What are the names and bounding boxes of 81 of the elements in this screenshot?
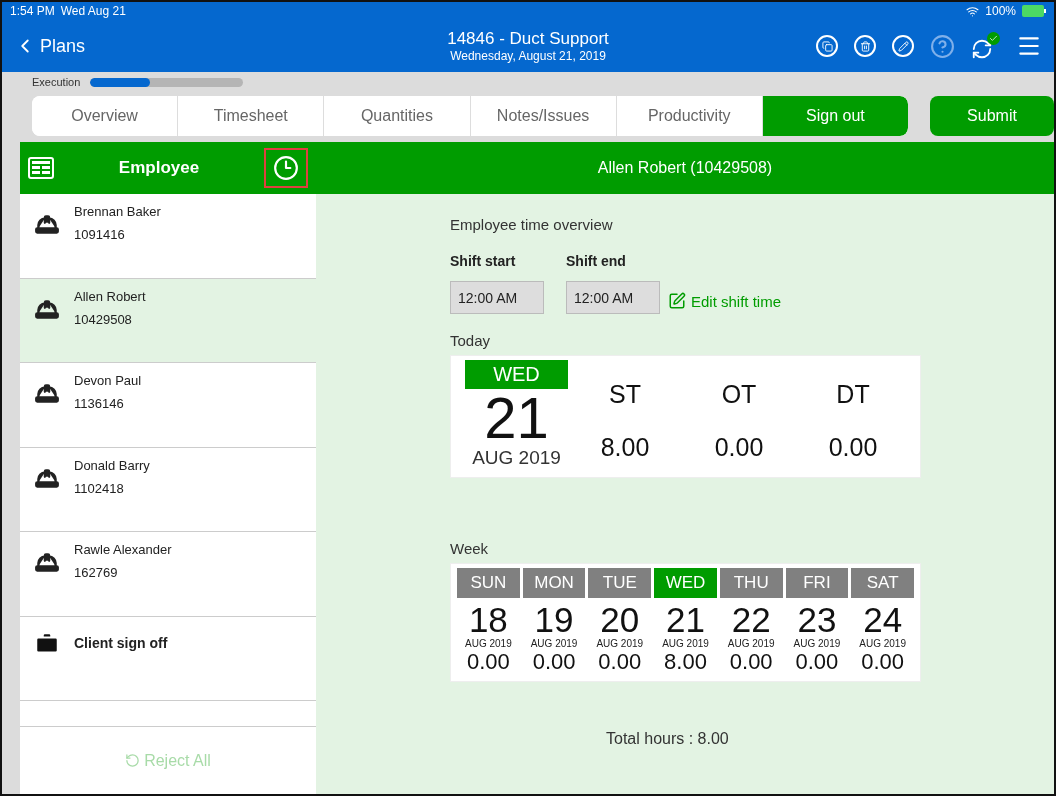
today-month: AUG 2019 xyxy=(472,447,561,469)
day-number: 24 xyxy=(863,602,903,638)
wifi-icon xyxy=(966,4,980,18)
day-hours: 0.00 xyxy=(532,649,576,675)
employee-name: Devon Paul xyxy=(74,373,142,388)
employee-id: 162769 xyxy=(74,565,119,580)
list-view-icon[interactable] xyxy=(28,157,54,179)
plan-date: Wednesday, August 21, 2019 xyxy=(449,49,607,63)
weekday-tab[interactable]: MON xyxy=(522,568,586,598)
week-label: Week xyxy=(450,540,490,557)
weekday-tab[interactable]: SUN xyxy=(457,568,520,598)
shift-start-label: Shift start xyxy=(450,253,517,269)
day-hours: 0.00 xyxy=(729,649,773,675)
today-day: 21 xyxy=(484,389,549,447)
day-month: AUG 2019 xyxy=(530,638,578,649)
weekday-tab[interactable]: TUE xyxy=(588,568,652,598)
day-month: AUG 2019 xyxy=(793,638,841,649)
edit-icon xyxy=(668,292,686,310)
day-month: AUG 2019 xyxy=(465,638,512,649)
employee-list-item[interactable]: Allen Robert 10429508 xyxy=(20,278,316,363)
submit-button[interactable]: Submit xyxy=(930,96,1054,136)
section-heading: Employee time overview xyxy=(450,216,614,233)
employee-name: Donald Barry xyxy=(74,457,150,473)
day-number: 23 xyxy=(797,602,837,638)
sync-icon[interactable] xyxy=(971,32,1000,60)
undo-icon xyxy=(125,753,141,768)
status-time: 1:54 PM xyxy=(10,4,55,18)
weekday-badge: WED xyxy=(465,360,568,389)
execution-label: Execution xyxy=(32,76,81,88)
hour-value: 0.00 xyxy=(828,433,878,462)
today-label: Today xyxy=(450,332,492,349)
status-date: Wed Aug 21 xyxy=(60,4,126,18)
weekday-tab[interactable]: FRI xyxy=(785,568,849,598)
shift-end-field[interactable]: 12:00 AM xyxy=(566,281,660,314)
day-month: AUG 2019 xyxy=(662,638,709,649)
clock-button[interactable] xyxy=(264,148,308,188)
employee-name: Brennan Baker xyxy=(74,204,161,219)
day-month: AUG 2019 xyxy=(859,638,906,649)
battery-icon xyxy=(1022,5,1046,17)
tab[interactable]: Overview xyxy=(32,96,179,136)
client-sign-off-label: Client sign off xyxy=(74,634,168,651)
employee-id: 10429508 xyxy=(74,311,133,327)
day-number: 20 xyxy=(600,602,640,638)
employee-name: Allen Robert xyxy=(74,288,146,304)
sidebar-title: Employee xyxy=(118,158,200,178)
day-number: 22 xyxy=(731,602,771,638)
weekday-tab[interactable]: WED xyxy=(654,568,717,598)
trash-icon[interactable] xyxy=(854,35,876,57)
back-button[interactable]: Plans xyxy=(14,35,314,57)
shift-start-field[interactable]: 12:00 AM xyxy=(450,281,544,314)
day-month: AUG 2019 xyxy=(727,638,775,649)
hour-type-label: ST xyxy=(609,380,641,409)
edit-shift-time-link[interactable]: Edit shift time xyxy=(668,292,782,310)
day-month: AUG 2019 xyxy=(596,638,644,649)
weekday-tab[interactable]: SAT xyxy=(851,568,914,598)
day-hours: 0.00 xyxy=(598,649,642,675)
sign-out-button[interactable]: Sign out xyxy=(762,96,908,136)
hour-type-label: OT xyxy=(721,380,757,409)
shift-end-label: Shift end xyxy=(566,253,627,269)
total-hours: Total hours : 8.00 xyxy=(606,730,730,748)
weekday-tab[interactable]: THU xyxy=(719,568,783,598)
day-hours: 0.00 xyxy=(861,649,905,675)
employee-banner: Allen Robert (10429508) xyxy=(316,142,1054,194)
pencil-icon[interactable] xyxy=(892,35,914,57)
plan-title: 14846 - Duct Support xyxy=(446,29,610,49)
copy-icon[interactable] xyxy=(816,35,838,57)
employee-id: 1102418 xyxy=(74,480,125,496)
day-number: 19 xyxy=(534,602,574,638)
battery-level: 100% xyxy=(985,4,1016,18)
day-number: 21 xyxy=(666,602,705,638)
employee-id: 1136146 xyxy=(74,396,125,411)
employee-name: Rawle Alexander xyxy=(74,542,172,557)
day-number: 18 xyxy=(468,602,508,638)
clock-icon xyxy=(273,155,299,181)
hour-value: 0.00 xyxy=(714,433,764,462)
day-hours: 0.00 xyxy=(795,649,839,675)
day-hours: 8.00 xyxy=(664,649,707,675)
hour-type-label: DT xyxy=(836,380,870,409)
hour-value: 8.00 xyxy=(600,433,650,462)
day-hours: 0.00 xyxy=(466,649,510,675)
employee-id: 1091416 xyxy=(74,227,126,242)
